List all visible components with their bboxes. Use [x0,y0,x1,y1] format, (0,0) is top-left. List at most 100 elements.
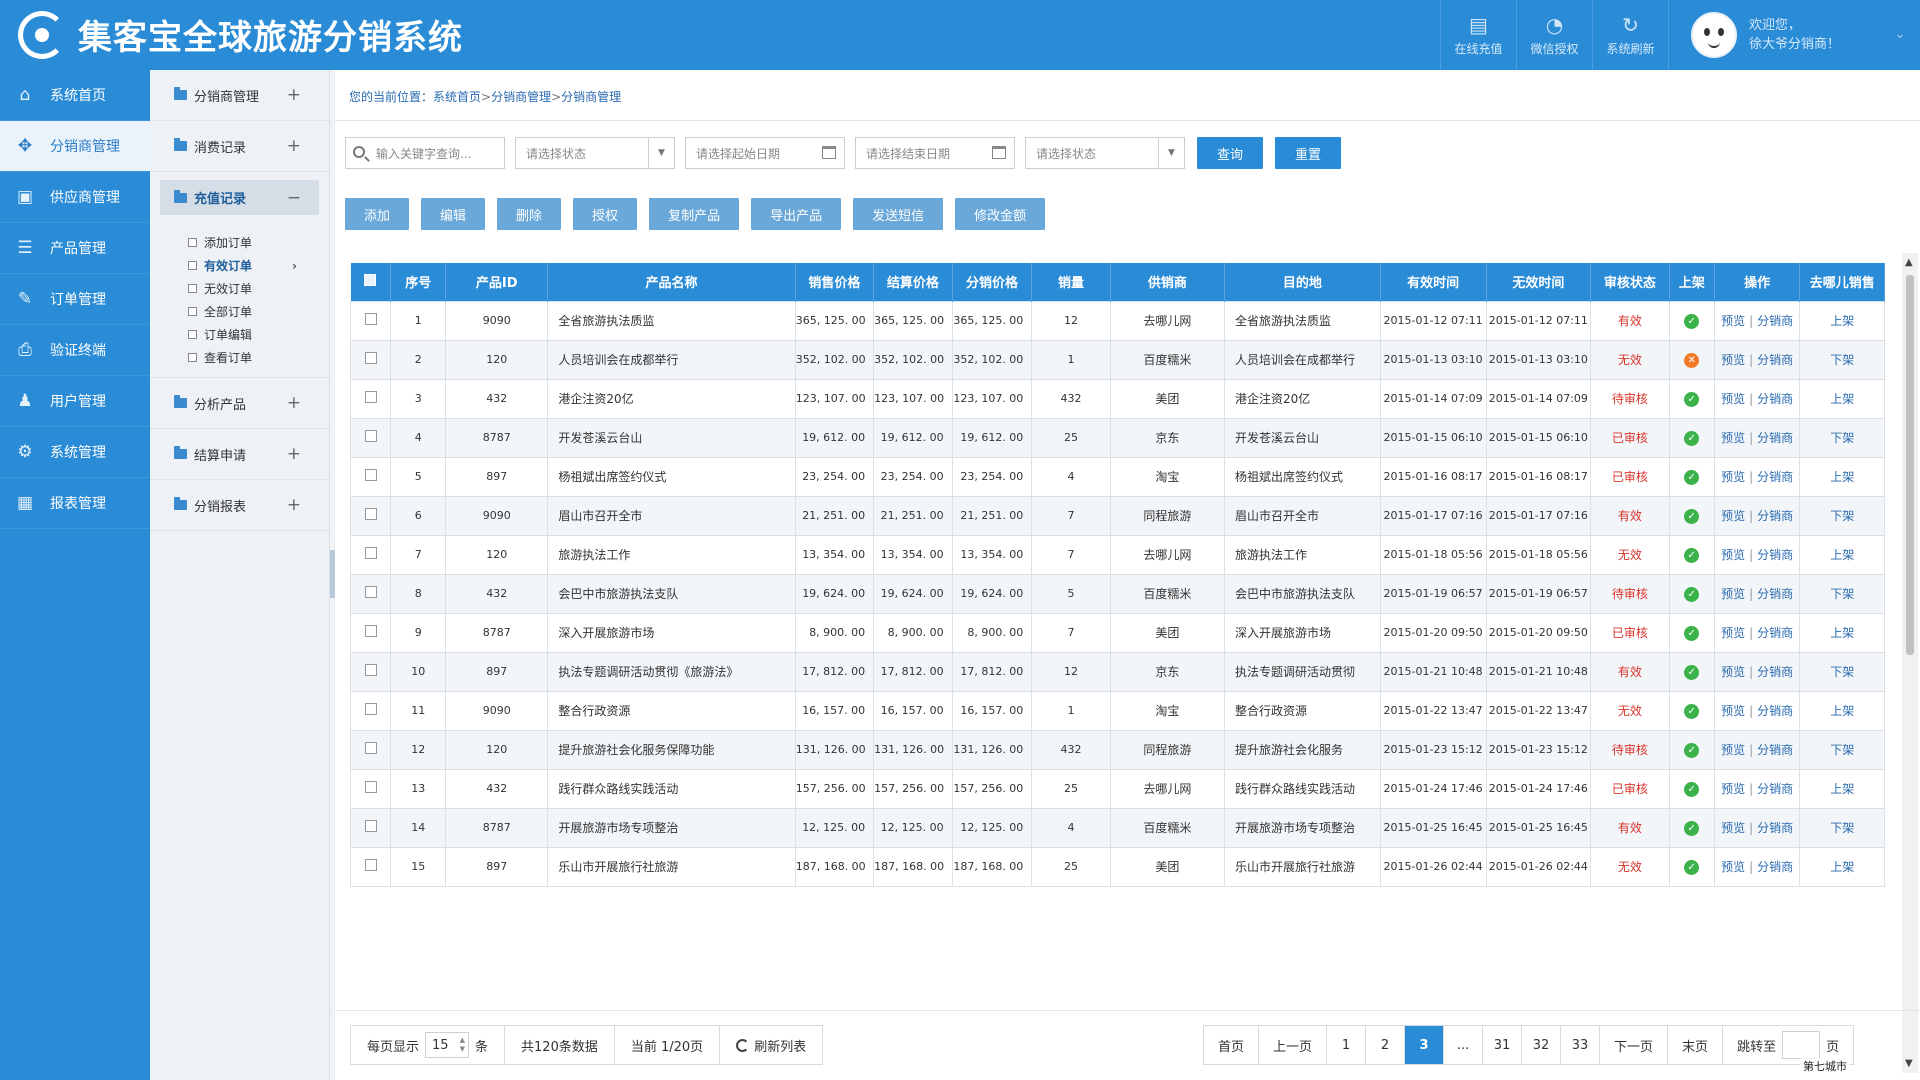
subnav-leaf[interactable]: 查看订单 [150,346,329,369]
row-checkbox[interactable] [364,703,377,715]
check-icon[interactable]: ✓ [1684,664,1700,680]
shelf-toggle-link[interactable]: 上架 [1830,626,1854,640]
shelf-toggle-link[interactable]: 下架 [1830,509,1854,523]
mainnav-item-user[interactable]: ♟ 用户管理 [0,376,150,427]
shelf-toggle-link[interactable]: 上架 [1830,470,1854,484]
action-button-8[interactable]: 修改金额 [955,198,1046,230]
subnav-leaf[interactable]: 订单编辑 [150,323,329,346]
distributor-link[interactable]: 分销商 [1757,665,1793,679]
column-header[interactable]: 上架 [1669,263,1715,301]
jump-page-input[interactable] [1782,1031,1821,1059]
column-header[interactable]: 无效时间 [1486,263,1592,301]
vertical-scrollbar[interactable]: ▲ ▼ [1902,253,1918,1073]
column-header[interactable]: 序号 [390,263,447,301]
preview-link[interactable]: 预览 [1721,665,1745,679]
page-number-button[interactable]: 3 [1405,1026,1445,1064]
row-checkbox[interactable] [364,586,377,598]
scrollbar-thumb[interactable] [1906,275,1914,655]
next-page-button[interactable]: 下一页 [1600,1026,1669,1064]
status-select-2[interactable]: 请选择状态 ▼ [1025,137,1185,169]
preview-link[interactable]: 预览 [1721,587,1745,601]
page-number-button[interactable]: 2 [1366,1026,1406,1064]
row-checkbox[interactable] [364,742,377,754]
breadcrumb-item[interactable]: 系统首页 [433,90,481,104]
shelf-toggle-link[interactable]: 下架 [1830,665,1854,679]
expand-icon[interactable]: + [287,85,301,105]
row-checkbox[interactable] [364,391,377,403]
distributor-link[interactable]: 分销商 [1757,509,1793,523]
page-size-stepper[interactable]: 15 ▲ ▼ [425,1032,470,1058]
expand-icon[interactable]: + [287,444,301,464]
expand-icon[interactable]: + [287,136,301,156]
column-header[interactable]: 审核状态 [1590,263,1670,301]
mainnav-item-report[interactable]: ▦ 报表管理 [0,478,150,529]
scroll-up-icon[interactable]: ▲ [1905,257,1913,268]
row-checkbox[interactable] [364,664,377,676]
preview-link[interactable]: 预览 [1721,353,1745,367]
row-checkbox[interactable] [364,820,377,832]
expand-icon[interactable]: + [287,393,301,413]
subnav-item[interactable]: 结算申请 + [150,429,329,480]
start-date-field[interactable]: 请选择起始日期 [685,137,845,169]
scroll-down-icon[interactable]: ▼ [1905,1058,1913,1069]
shelf-toggle-link[interactable]: 上架 [1830,782,1854,796]
check-icon[interactable]: ✓ [1684,586,1700,602]
distributor-link[interactable]: 分销商 [1757,431,1793,445]
preview-link[interactable]: 预览 [1721,860,1745,874]
mainnav-item-supplier[interactable]: ▣ 供应商管理 [0,172,150,223]
column-header[interactable]: 产品ID [445,263,549,301]
preview-link[interactable]: 预览 [1721,704,1745,718]
check-icon[interactable]: ✓ [1684,859,1700,875]
shelf-toggle-link[interactable]: 上架 [1830,548,1854,562]
distributor-link[interactable]: 分销商 [1757,314,1793,328]
distributor-link[interactable]: 分销商 [1757,470,1793,484]
collapse-icon[interactable]: − [287,188,301,208]
check-icon[interactable]: ✓ [1684,469,1700,485]
status-select-1[interactable]: 请选择状态 ▼ [515,137,675,169]
row-checkbox[interactable] [364,781,377,793]
check-icon[interactable]: ✓ [1684,547,1700,563]
page-number-button[interactable]: 31 [1483,1026,1523,1064]
subnav-item[interactable]: 充值记录 − [150,172,329,223]
check-icon[interactable]: ✓ [1684,703,1700,719]
header-tool-1[interactable]: ▤ 在线充值 [1440,0,1516,70]
action-button-4[interactable]: 授权 [573,198,638,230]
row-checkbox[interactable] [364,430,377,442]
select-all-checkbox[interactable] [364,273,377,286]
last-page-button[interactable]: 末页 [1668,1026,1724,1064]
subnav-item[interactable]: 分析产品 + [150,378,329,429]
action-button-3[interactable]: 删除 [497,198,562,230]
action-button-6[interactable]: 导出产品 [751,198,842,230]
chevron-down-icon[interactable]: ⌄ [1894,26,1906,42]
preview-link[interactable]: 预览 [1721,548,1745,562]
preview-link[interactable]: 预览 [1721,782,1745,796]
first-page-button[interactable]: 首页 [1204,1026,1260,1064]
breadcrumb-item[interactable]: 分销商管理 [491,90,551,104]
check-icon[interactable]: ✓ [1684,625,1700,641]
query-button[interactable]: 查询 [1197,137,1264,169]
shelf-toggle-link[interactable]: 下架 [1830,353,1854,367]
prev-page-button[interactable]: 上一页 [1259,1026,1328,1064]
distributor-link[interactable]: 分销商 [1757,704,1793,718]
column-header[interactable]: 供销商 [1110,263,1225,301]
column-header[interactable]: 产品名称 [547,263,796,301]
mainnav-item-system[interactable]: ⚙ 系统管理 [0,427,150,478]
mainnav-item-distributor[interactable]: ✥ 分销商管理 [0,121,150,172]
distributor-link[interactable]: 分销商 [1757,587,1793,601]
action-button-7[interactable]: 发送短信 [853,198,944,230]
subnav-item[interactable]: 消费记录 + [150,121,329,172]
preview-link[interactable]: 预览 [1721,743,1745,757]
distributor-link[interactable]: 分销商 [1757,860,1793,874]
subnav-item[interactable]: 分销商管理 + [150,70,329,121]
mainnav-item-verify[interactable]: ⎙ 验证终端 [0,325,150,376]
preview-link[interactable]: 预览 [1721,470,1745,484]
distributor-link[interactable]: 分销商 [1757,821,1793,835]
search-input[interactable]: 输入关键字查询... [345,137,505,169]
column-header[interactable]: 有效时间 [1380,263,1487,301]
close-icon[interactable]: ✕ [1684,352,1700,368]
mainnav-item-product[interactable]: ☰ 产品管理 [0,223,150,274]
check-icon[interactable]: ✓ [1684,313,1700,329]
end-date-field[interactable]: 请选择结束日期 [855,137,1015,169]
shelf-toggle-link[interactable]: 上架 [1830,314,1854,328]
page-number-button[interactable]: 33 [1561,1026,1601,1064]
